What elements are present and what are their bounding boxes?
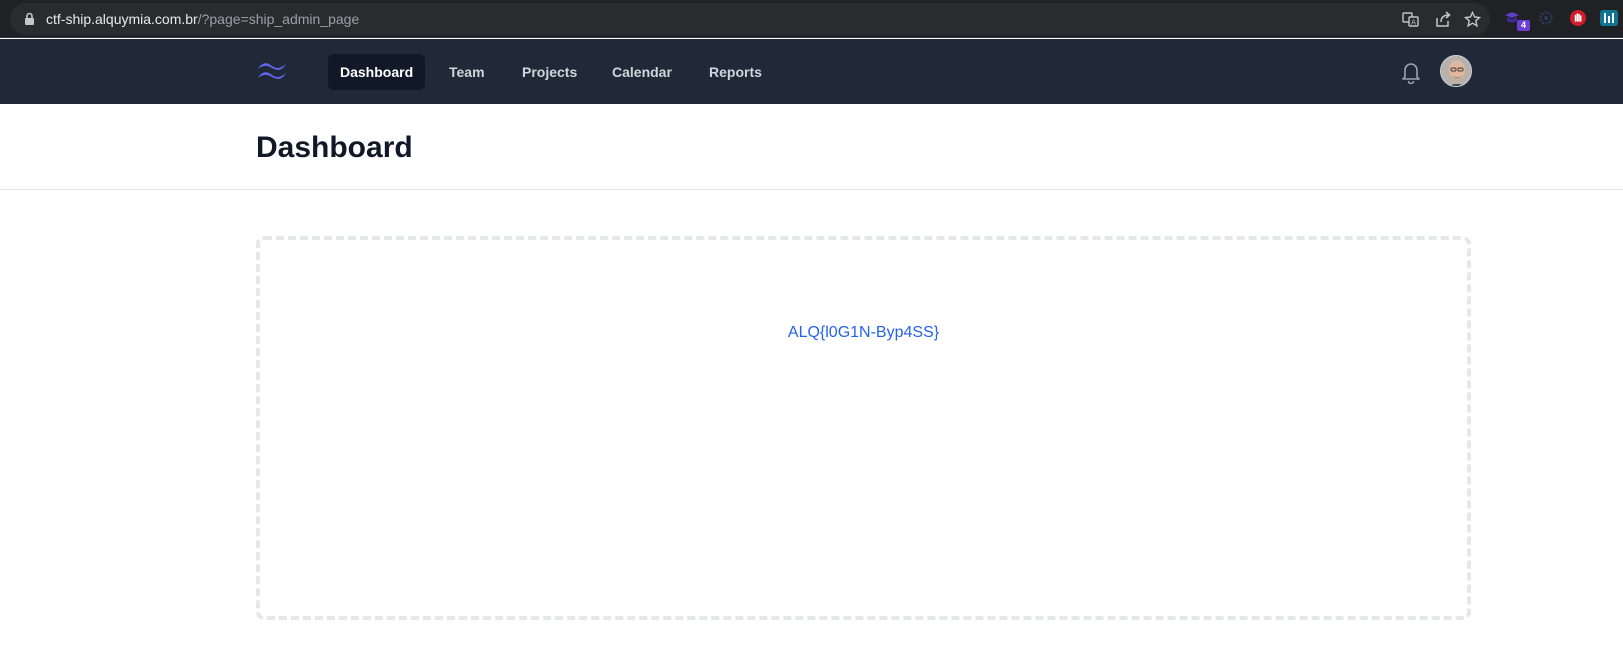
bookmark-star-icon[interactable] [1464, 11, 1481, 28]
nav-item-dashboard[interactable]: Dashboard [328, 54, 426, 90]
svg-text:A: A [1411, 19, 1416, 27]
lock-icon[interactable] [24, 12, 35, 26]
bell-icon[interactable] [1400, 60, 1422, 84]
logo-icon[interactable] [256, 59, 288, 83]
extension-app-icon[interactable] [1600, 9, 1618, 27]
url-host: ctf-ship.alquymia.com.br [46, 11, 198, 27]
content-placeholder-box: ALQ{l0G1N-Byp4SS} [256, 236, 1471, 620]
url-path: /?page=ship_admin_page [197, 11, 360, 27]
share-icon[interactable] [1434, 11, 1451, 28]
browser-toolbar: ctf-ship.alquymia.com.br/?page=ship_admi… [0, 0, 1623, 38]
translate-icon[interactable]: A [1402, 11, 1419, 28]
nav-item-reports[interactable]: Reports [697, 54, 774, 90]
page-title: Dashboard [256, 131, 413, 164]
address-bar[interactable]: ctf-ship.alquymia.com.br/?page=ship_admi… [10, 3, 1490, 35]
nav-item-projects[interactable]: Projects [510, 54, 589, 90]
nav-item-team[interactable]: Team [437, 54, 497, 90]
avatar-image [1441, 56, 1471, 86]
nav-item-calendar[interactable]: Calendar [600, 54, 684, 90]
gear-icon[interactable] [1537, 9, 1555, 27]
stop-hand-icon[interactable] [1569, 9, 1587, 27]
user-avatar[interactable] [1440, 55, 1472, 87]
top-navbar: Dashboard Team Projects Calendar Reports [0, 39, 1623, 104]
url-text[interactable]: ctf-ship.alquymia.com.br/?page=ship_admi… [46, 11, 359, 27]
extension-badge: 4 [1517, 20, 1530, 31]
content-text: ALQ{l0G1N-Byp4SS} [787, 324, 940, 341]
page-header: Dashboard [0, 104, 1623, 190]
